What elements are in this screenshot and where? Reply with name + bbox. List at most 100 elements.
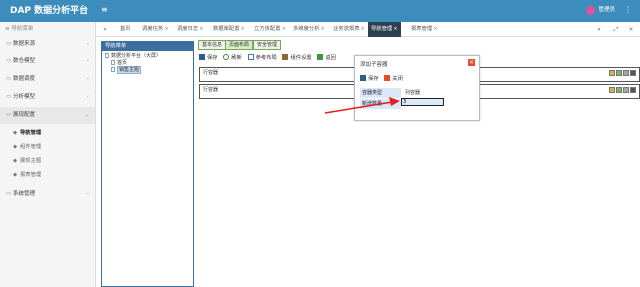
nav-menu-panel: 导航菜单 数据分析平台（大屏） 首页 销售主题	[101, 41, 194, 287]
top-header: DAP 数据分析平台 ≡ 管理员 ⋮	[0, 0, 640, 22]
back-icon	[317, 54, 324, 60]
chevron-left-icon: ‹	[86, 94, 89, 100]
sidebar-item-scheduling[interactable]: ▭ 数据调度 ‹	[0, 71, 95, 88]
folder-icon	[105, 53, 109, 58]
chevron-left-icon: ‹	[86, 58, 89, 64]
folder-open-icon: ▭	[6, 112, 12, 118]
save-icon	[360, 75, 366, 81]
chevron-left-icon: ‹	[86, 191, 89, 197]
component-settings-button[interactable]: 组件设置	[282, 53, 312, 63]
folder-icon: ▭	[6, 76, 12, 82]
tag-icon: ◆	[13, 158, 18, 164]
tab-schedule-log[interactable]: 调度日志×	[177, 22, 204, 37]
dialog-close-icon[interactable]: ×	[468, 59, 475, 66]
row-container-label: 行容器	[203, 87, 219, 93]
dialog-toolbar: 保存 关闭	[360, 74, 403, 82]
sidebar-item-system[interactable]: ▭ 系统管理 ‹	[0, 186, 95, 203]
dialog-title: 添加子容器	[360, 62, 388, 68]
chevron-left-icon: ‹	[86, 41, 89, 47]
annotation-arrow	[324, 97, 400, 114]
tab-close-icon: ×	[360, 26, 365, 32]
tab-scroll-right-icon[interactable]: »	[592, 22, 606, 37]
delete-icon[interactable]	[630, 87, 636, 93]
tag-icon: ◆	[13, 130, 18, 136]
layout-toolbar: 保存 刷新 参考布局 组件设置 返回	[199, 53, 340, 63]
save-button[interactable]: 保存	[199, 53, 218, 63]
tab-page-layout[interactable]: 页面布局	[225, 40, 254, 50]
add-count-label: 新增数量	[360, 99, 401, 109]
folder-icon: ▭	[6, 58, 12, 64]
folder-icon: ▭	[6, 191, 12, 197]
nav-menu-panel-title: 导航菜单	[102, 42, 193, 51]
dialog-save-button[interactable]: 保存	[360, 75, 379, 82]
add-count-input[interactable]	[401, 98, 444, 106]
container-type-value: 列容器	[405, 90, 421, 96]
tree-node-root[interactable]: 数据分析平台（大屏）	[105, 53, 161, 59]
tab-multi-analysis[interactable]: 多维度分析×	[293, 22, 325, 37]
add-icon[interactable]	[616, 70, 622, 76]
sidebar-item-warehouse[interactable]: ▭ 数仓模型 ‹	[0, 53, 95, 70]
sidebar-subitem-nav-manage[interactable]: ◆ 导航管理	[0, 126, 95, 140]
delete-icon[interactable]	[630, 70, 636, 76]
user-menu[interactable]: 管理员	[586, 6, 615, 16]
back-button[interactable]: 返回	[317, 53, 336, 63]
add-icon[interactable]	[616, 87, 622, 93]
folder-icon: ▭	[6, 94, 12, 100]
tab-bar: « 首页 调度任务× 调度日志× 数据库配置× 立方体配置× 多维度分析× 业务…	[96, 22, 640, 37]
tab-scroll-left-icon[interactable]: «	[98, 22, 112, 37]
edit-icon[interactable]	[609, 70, 615, 76]
refresh-button[interactable]: 刷新	[223, 53, 242, 63]
row-actions	[608, 87, 636, 95]
save-icon	[199, 54, 205, 60]
tab-close-icon: ×	[281, 26, 286, 32]
wrench-icon	[282, 54, 289, 60]
sidebar: ≡ 导航菜单 ▭ 数据来源 ‹ ▭ 数仓模型 ‹ ▭ 数据调度 ‹ ▭ 分析模型 ‹ ▭ 展现配置…	[0, 22, 96, 287]
settings-icon[interactable]	[623, 70, 629, 76]
chevron-left-icon: ‹	[86, 76, 89, 82]
tag-icon: ◆	[13, 172, 18, 178]
app-title: DAP 数据分析平台	[10, 6, 89, 16]
sidebar-item-display-config[interactable]: ▭ 展现配置 ⌄	[0, 107, 95, 124]
folder-icon: ▭	[6, 41, 12, 47]
sidebar-subitem-component-manage[interactable]: ◆ 组件管理	[0, 140, 95, 154]
tag-icon: ◆	[13, 144, 18, 150]
add-child-container-dialog: 添加子容器 × 保存 关闭 容器类型 列容器 新增数量	[354, 55, 480, 121]
tab-report-manage[interactable]: 报表管理×	[411, 22, 438, 37]
tab-db-config[interactable]: 数据库配置×	[213, 22, 245, 37]
tab-basic-info[interactable]: 基本信息	[198, 40, 227, 50]
avatar	[586, 6, 596, 15]
dialog-close-button[interactable]: 关闭	[384, 75, 403, 82]
close-all-tabs-icon[interactable]: ×	[624, 22, 638, 37]
tab-close-icon: ×	[320, 26, 325, 32]
refresh-icon	[223, 54, 230, 60]
tab-schedule-task[interactable]: 调度任务×	[142, 22, 169, 37]
menu-toggle-icon[interactable]: ≡	[101, 6, 108, 14]
container-type-label: 容器类型	[360, 88, 401, 98]
user-name: 管理员	[598, 7, 615, 13]
page-icon	[111, 67, 115, 72]
tab-close-icon: ×	[393, 26, 398, 32]
sidebar-item-analysis[interactable]: ▭ 分析模型 ‹	[0, 89, 95, 106]
tree-node-sales[interactable]: 销售主题	[111, 66, 142, 74]
sidebar-item-data-source[interactable]: ▭ 数据来源 ‹	[0, 36, 95, 53]
tab-close-icon: ×	[199, 26, 204, 32]
reference-layout-button[interactable]: 参考布局	[247, 53, 277, 63]
options-icon[interactable]: ⋮	[624, 5, 632, 15]
chevron-down-icon: ⌄	[84, 112, 89, 118]
close-icon	[384, 75, 391, 81]
tab-business-report[interactable]: 业务流报表×	[333, 22, 365, 37]
sidebar-subitem-display-theme[interactable]: ◆ 展现主题	[0, 154, 95, 168]
tab-close-icon: ×	[433, 26, 438, 32]
settings-icon[interactable]	[623, 87, 629, 93]
container-type-row: 容器类型 列容器	[360, 88, 476, 98]
sidebar-subitem-report-manage[interactable]: ◆ 报表管理	[0, 168, 95, 182]
edit-icon[interactable]	[609, 87, 615, 93]
tab-cube-config[interactable]: 立方体配置×	[254, 22, 286, 37]
tab-security[interactable]: 安全管理	[253, 40, 282, 50]
layout-icon	[247, 54, 254, 60]
tab-home[interactable]: 首页	[120, 22, 131, 37]
row-actions	[608, 70, 636, 78]
fullscreen-icon[interactable]: ⤢	[609, 22, 623, 37]
tab-close-icon: ×	[164, 26, 169, 32]
tab-nav-manage[interactable]: 导航管理×	[368, 22, 401, 37]
